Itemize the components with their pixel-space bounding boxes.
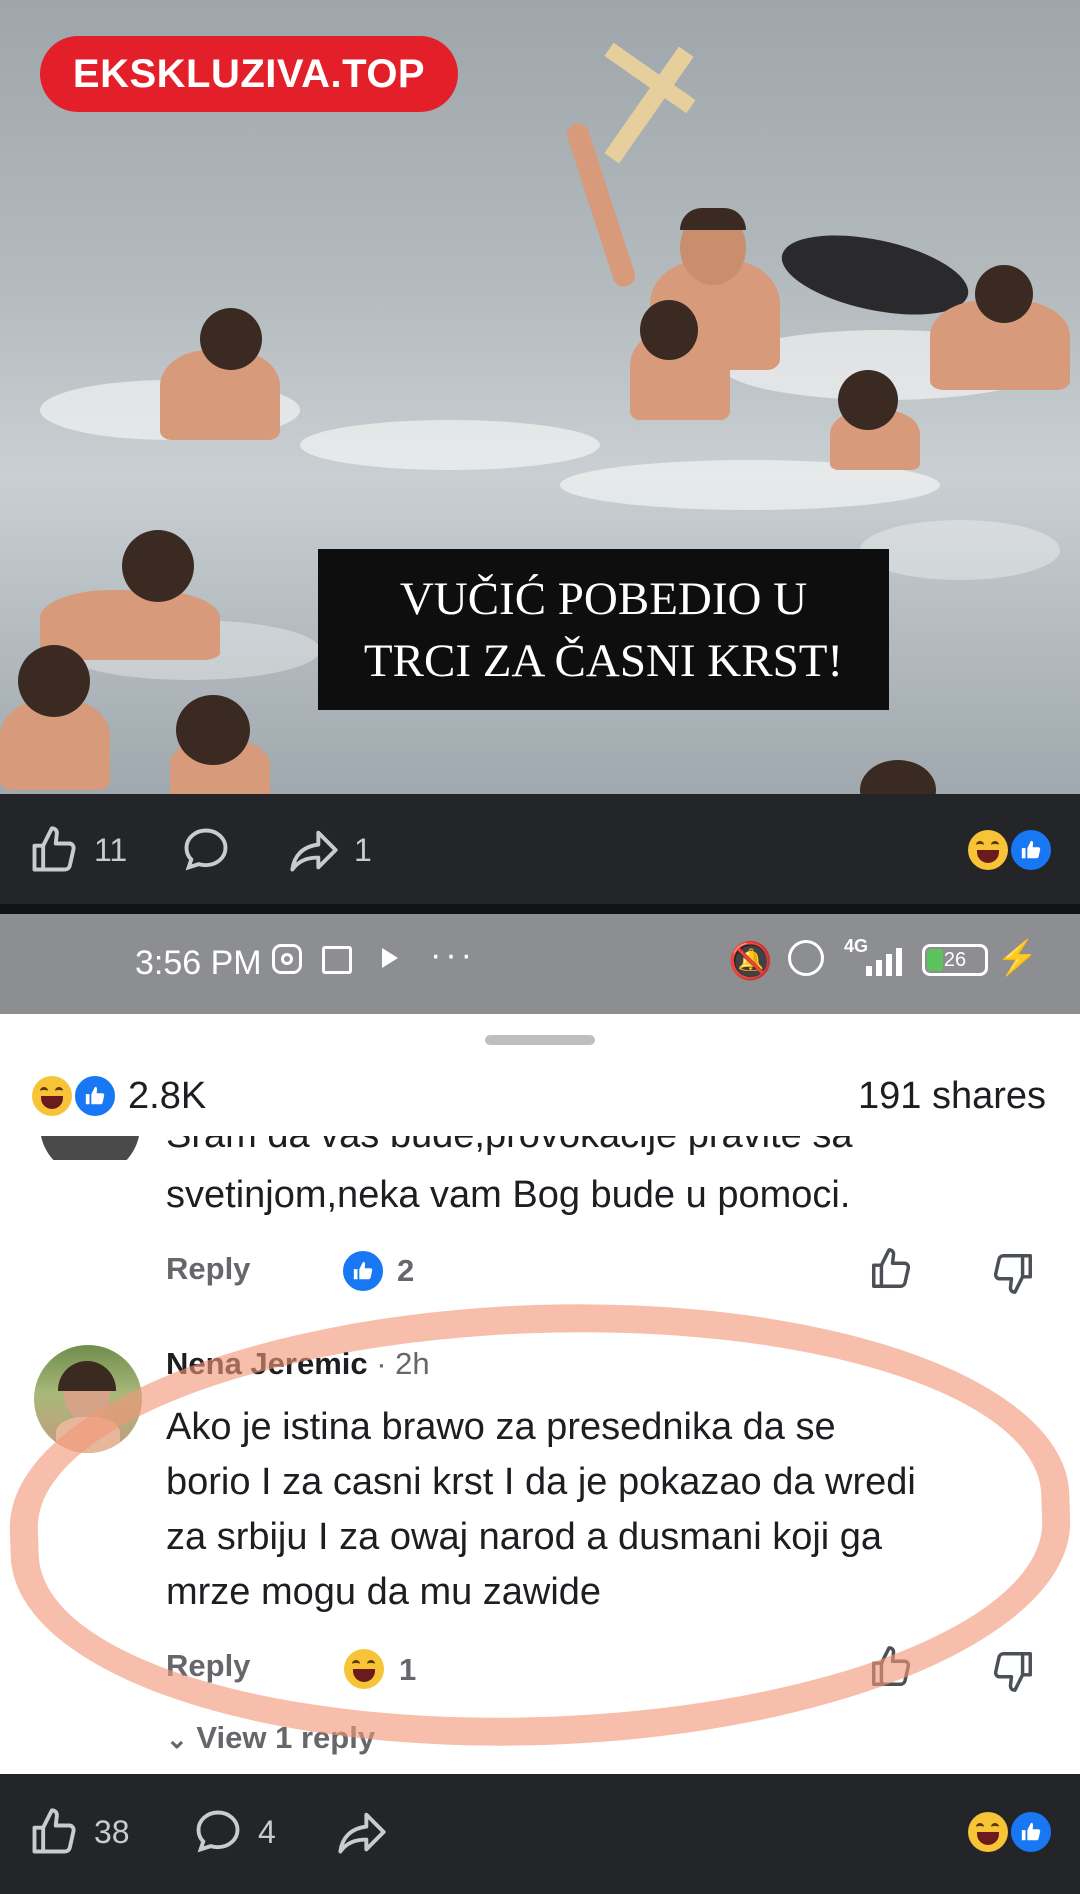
network-type: 4G	[844, 936, 869, 956]
avatar[interactable]	[40, 1136, 140, 1160]
like-button[interactable]	[28, 1806, 80, 1863]
divider	[0, 904, 1080, 914]
like-reaction-icon	[1008, 827, 1054, 873]
like-button[interactable]	[28, 824, 80, 881]
status-time: 3:56 PM	[135, 944, 262, 982]
top-action-bar: 11 1	[0, 794, 1080, 904]
haha-emoji-icon	[968, 1812, 1008, 1852]
like-count: 38	[94, 1814, 130, 1850]
comment-button[interactable]	[180, 824, 232, 881]
comment-text-line: svetinjom,neka vam Bog bude u pomoci.	[166, 1174, 851, 1216]
brand-badge: EKSKLUZIVA.TOP	[40, 36, 458, 112]
like-reaction-icon	[72, 1073, 118, 1119]
share-button[interactable]	[288, 824, 340, 881]
comment-button[interactable]	[192, 1806, 244, 1863]
haha-emoji-icon	[32, 1076, 72, 1116]
charging-icon: ⚡	[996, 939, 1039, 977]
share-icon	[338, 1812, 386, 1854]
comment-like-button[interactable]	[868, 1246, 914, 1297]
play-icon	[382, 948, 398, 968]
thumbs-down-icon	[993, 1652, 1032, 1692]
battery-icon: 26	[922, 944, 988, 976]
bottom-action-bar: 38 4	[0, 1774, 1080, 1894]
chevron-down-icon: ⌄	[166, 1724, 188, 1754]
like-reaction-icon	[1008, 1809, 1054, 1855]
comment-dislike-button[interactable]	[990, 1648, 1036, 1699]
alarm-icon	[788, 940, 824, 976]
thumbs-down-icon	[993, 1254, 1032, 1294]
battery-level: 26	[943, 949, 967, 971]
comment-dislike-button[interactable]	[990, 1250, 1036, 1301]
reply-button[interactable]: Reply	[166, 1251, 250, 1287]
sheet-grabber[interactable]	[485, 1035, 595, 1045]
share-icon	[290, 830, 338, 872]
photo-caption: VUČIĆ POBEDIO U TRCI ZA ČASNI KRST!	[318, 549, 889, 710]
thumbs-up-icon	[32, 1808, 76, 1854]
post-photo[interactable]: EKSKLUZIVA.TOP VUČIĆ POBEDIO U TRCI ZA Č…	[0, 0, 1080, 794]
caption-line-2: TRCI ZA ČASNI KRST!	[363, 634, 844, 687]
caption-line-1: VUČIĆ POBEDIO U	[399, 572, 808, 625]
mute-bell-icon: 🔕	[728, 940, 773, 981]
share-count: 1	[354, 832, 372, 868]
signal-icon	[866, 944, 908, 976]
share-button[interactable]	[336, 1806, 388, 1863]
haha-emoji-icon	[968, 830, 1008, 870]
reaction-count[interactable]: 2.8K	[128, 1075, 206, 1118]
calendar-icon	[322, 946, 352, 974]
comment-count: 4	[258, 1814, 276, 1850]
more-dots-icon: ···	[430, 936, 476, 974]
comment-icon	[184, 828, 228, 871]
comment-clipped-area: Sram da vas bude,provokacije pravite sa	[0, 1136, 1080, 1160]
shares-count[interactable]: 191 shares	[858, 1075, 1046, 1118]
like-count: 11	[94, 832, 128, 868]
reaction-summary[interactable]	[968, 827, 1058, 874]
status-bar: 3:56 PM ··· 🔕 4G 26 ⚡	[0, 914, 1080, 1014]
thumbs-up-icon	[32, 826, 76, 872]
comment-icon	[196, 1810, 240, 1853]
reaction-summary[interactable]	[968, 1809, 1058, 1856]
instagram-icon	[272, 944, 302, 974]
like-reaction-icon	[340, 1248, 386, 1294]
comment-reaction-count[interactable]: 2	[397, 1253, 414, 1289]
thumbs-up-icon	[872, 1248, 911, 1288]
comment-text-line: Sram da vas bude,provokacije pravite sa	[166, 1136, 852, 1160]
